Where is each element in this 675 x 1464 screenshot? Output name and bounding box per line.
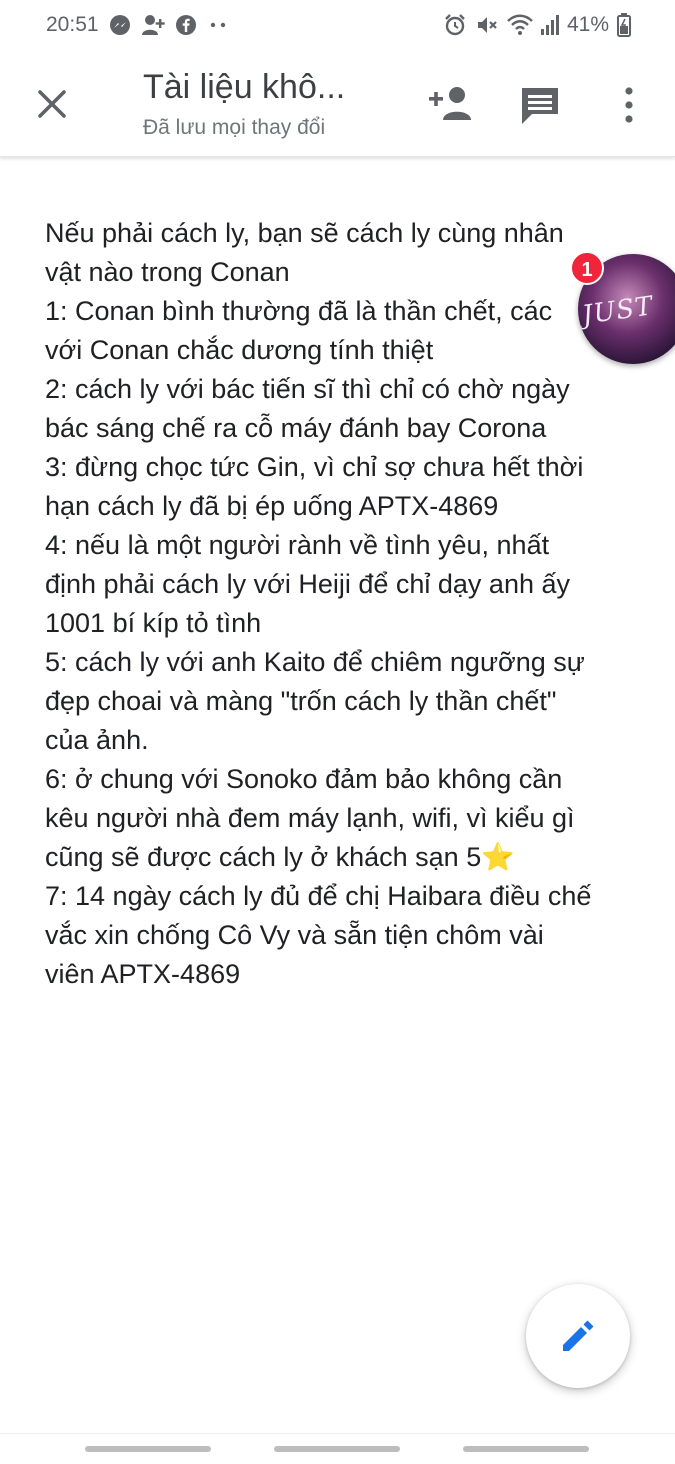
comment-icon — [522, 88, 558, 124]
home-nav-button[interactable] — [274, 1446, 400, 1452]
doc-line: 7: 14 ngày cách ly đủ để chị Haibara điề… — [45, 881, 592, 911]
comments-button[interactable] — [518, 84, 562, 128]
close-button[interactable] — [30, 82, 74, 126]
chat-head-badge: 1 — [570, 251, 604, 285]
doc-line: viên APTX-4869 — [45, 959, 241, 989]
battery-percent: 41% — [566, 13, 609, 36]
app-toolbar: Tài liệu khô... Đã lưu mọi thay đổi — [0, 52, 675, 157]
status-right: 41% — [443, 13, 631, 37]
messenger-icon — [109, 14, 131, 36]
more-vert-icon — [625, 87, 633, 123]
document-body[interactable]: Nếu phải cách ly, bạn sẽ cách ly cùng nh… — [45, 214, 635, 994]
doc-line: bác sáng chế ra cỗ máy đánh bay Corona — [45, 413, 547, 443]
doc-line: 1001 bí kíp tỏ tình — [45, 608, 262, 638]
mute-icon — [475, 13, 499, 37]
share-button[interactable] — [426, 84, 474, 124]
back-nav-button[interactable] — [463, 1446, 589, 1452]
save-status: Đã lưu mọi thay đổi — [143, 116, 326, 139]
doc-line: với Conan chắc dương tính thiệt — [45, 335, 434, 365]
doc-line: vật nào trong Conan — [45, 257, 290, 287]
doc-line: đẹp choai và màng "trốn cách ly thần chế… — [45, 686, 557, 716]
doc-line: 2: cách ly với bác tiến sĩ thì chỉ có ch… — [45, 374, 570, 404]
status-left: 20:51 — [46, 13, 229, 37]
close-icon — [38, 90, 66, 118]
doc-line: 3: đừng chọc tức Gin, vì chỉ sợ chưa hết… — [45, 452, 584, 482]
signal-icon — [540, 14, 559, 36]
doc-line: định phải cách ly với Heiji để chỉ dạy a… — [45, 569, 570, 599]
pencil-icon — [563, 1320, 594, 1351]
recents-nav-button[interactable] — [85, 1446, 211, 1452]
system-nav-bar — [0, 1433, 675, 1464]
doc-line: 5: cách ly với anh Kaito để chiêm ngưỡng… — [45, 647, 585, 677]
doc-line: kêu người nhà đem máy lạnh, wifi, vì kiể… — [45, 803, 575, 833]
doc-line: cũng sẽ được cách ly ở khách sạn 5⭐ — [45, 842, 515, 872]
doc-line: hạn cách ly đã bị ép uống APTX-4869 — [45, 491, 499, 521]
battery-icon — [617, 13, 631, 37]
doc-line: vắc xin chống Cô Vy và sẵn tiện chôm vài — [45, 920, 544, 950]
document-title[interactable]: Tài liệu khô... — [143, 68, 345, 107]
facebook-icon — [175, 14, 197, 36]
status-bar: 20:51 41% — [0, 0, 675, 52]
edit-fab-button[interactable] — [526, 1284, 630, 1388]
more-options-button[interactable] — [612, 82, 646, 128]
doc-line: 6: ở chung với Sonoko đảm bảo không cần — [45, 764, 563, 794]
status-time: 20:51 — [46, 13, 99, 36]
doc-line: 4: nếu là một người rành về tình yêu, nh… — [45, 530, 550, 560]
add-friend-icon — [141, 14, 165, 36]
add-person-icon — [429, 87, 471, 120]
doc-line: Nếu phải cách ly, bạn sẽ cách ly cùng nh… — [45, 218, 564, 248]
more-dots-icon — [207, 20, 229, 30]
doc-line: 1: Conan bình thường đã là thần chết, cá… — [45, 296, 553, 326]
alarm-icon — [443, 13, 467, 37]
doc-line: của ảnh. — [45, 725, 149, 755]
wifi-icon — [507, 14, 533, 36]
chat-head-image-text: JUST — [580, 291, 656, 331]
